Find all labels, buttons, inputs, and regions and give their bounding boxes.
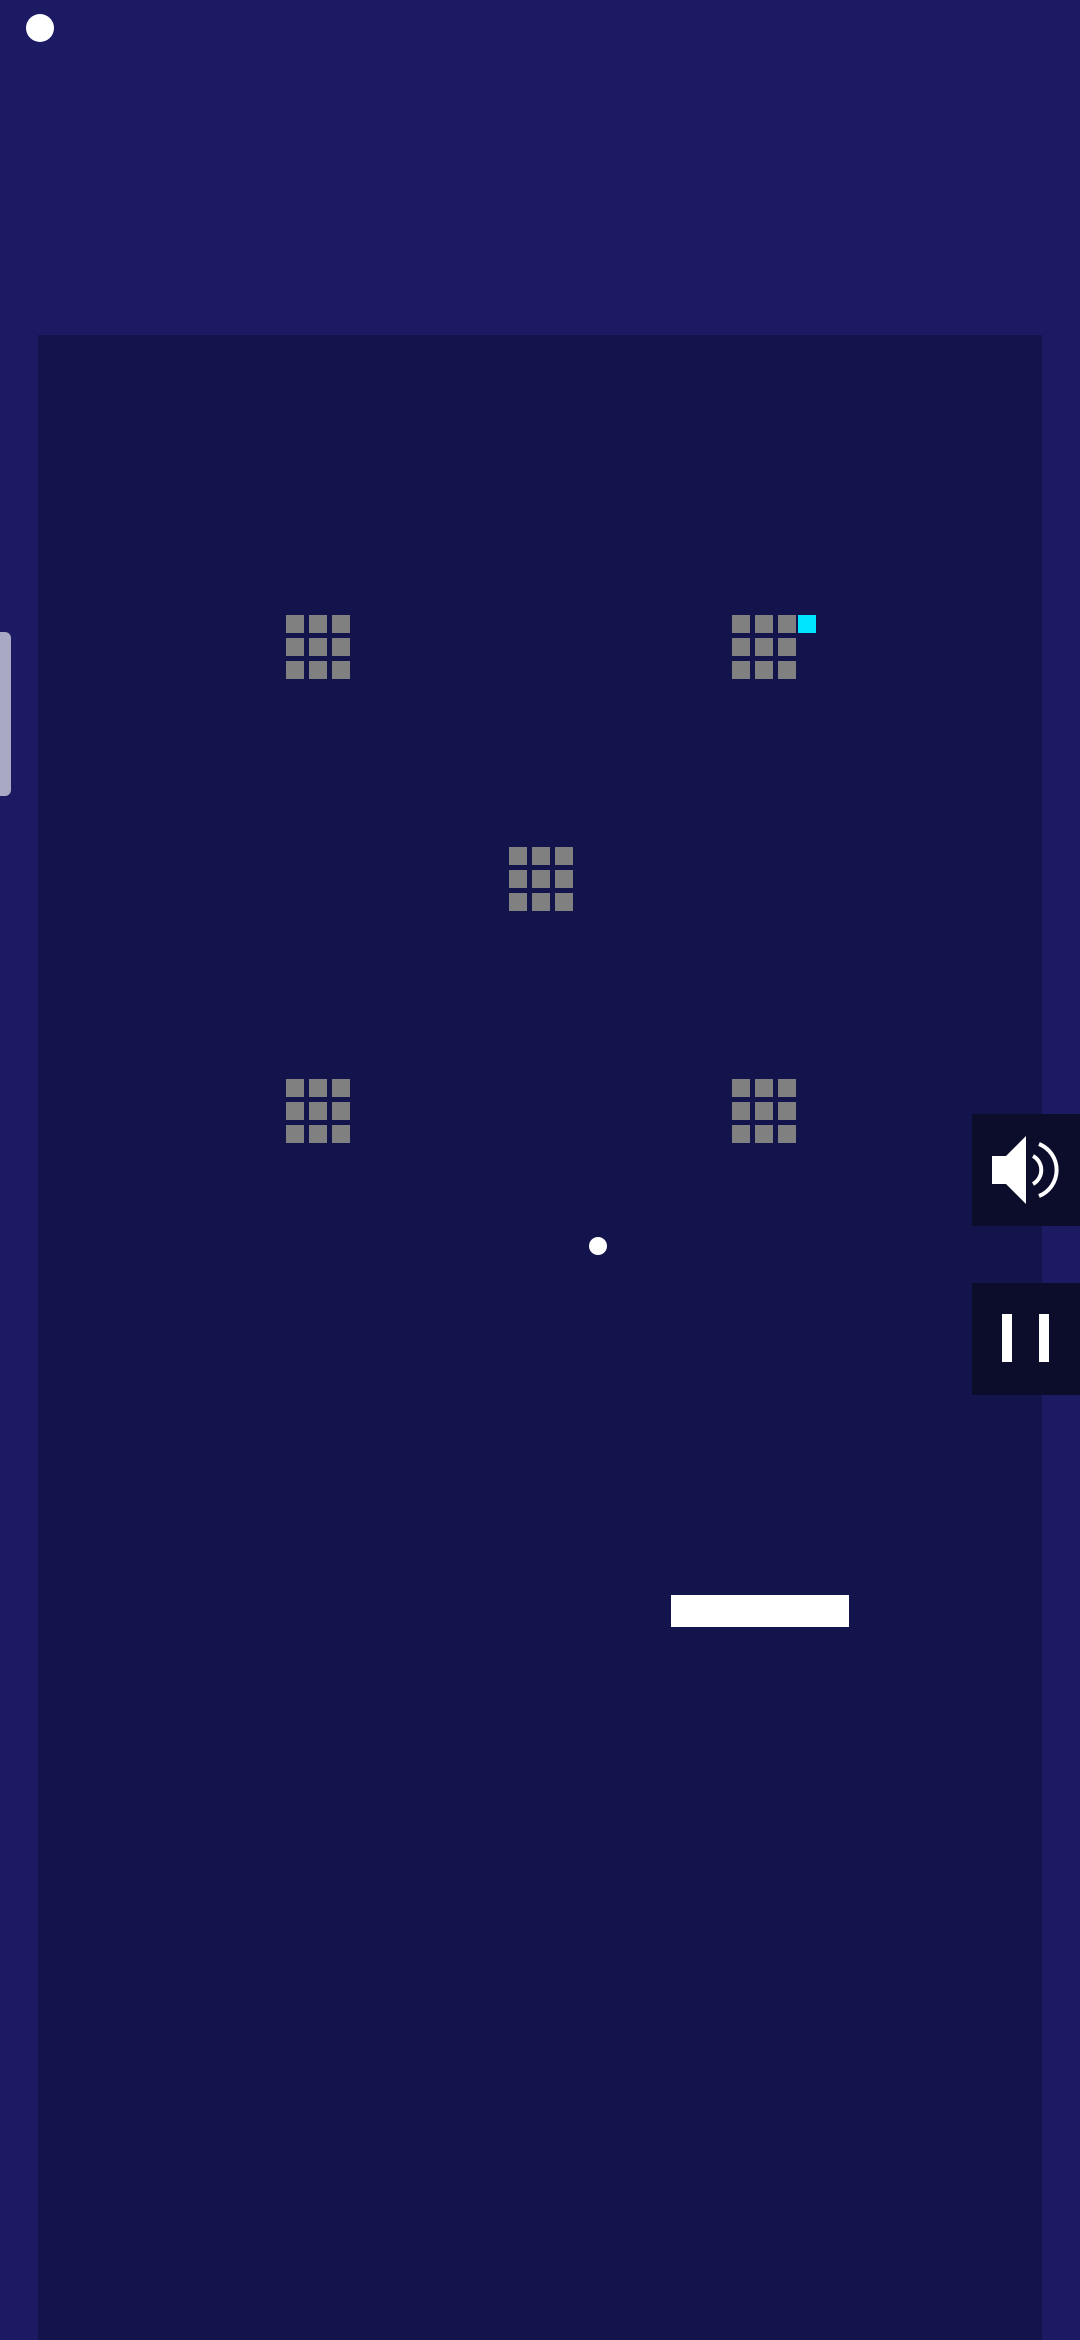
paddle[interactable] (671, 1595, 849, 1627)
brick (532, 893, 550, 911)
brick (732, 615, 750, 633)
ball (589, 1237, 607, 1255)
pause-icon (1002, 1314, 1049, 1362)
brick (755, 638, 773, 656)
brick-cluster (732, 1079, 796, 1143)
brick (755, 1079, 773, 1097)
brick (332, 1079, 350, 1097)
brick (732, 1102, 750, 1120)
brick (732, 661, 750, 679)
brick (555, 870, 573, 888)
brick (778, 661, 796, 679)
brick (332, 661, 350, 679)
brick (509, 893, 527, 911)
speaker-icon (992, 1136, 1059, 1204)
brick (778, 615, 796, 633)
brick (286, 1102, 304, 1120)
brick (309, 638, 327, 656)
special-brick (798, 615, 816, 633)
sound-toggle-button[interactable] (972, 1114, 1080, 1226)
brick (332, 1125, 350, 1143)
brick (755, 1125, 773, 1143)
playfield[interactable] (38, 335, 1042, 2340)
brick (332, 638, 350, 656)
pause-button[interactable] (972, 1283, 1080, 1395)
brick (755, 615, 773, 633)
brick (532, 847, 550, 865)
brick (732, 1079, 750, 1097)
brick (732, 1125, 750, 1143)
brick (309, 1125, 327, 1143)
brick (309, 1102, 327, 1120)
brick (532, 870, 550, 888)
brick (286, 1079, 304, 1097)
brick (309, 1079, 327, 1097)
brick-cluster (509, 847, 573, 911)
game-screen (0, 0, 1080, 2340)
status-indicator-dot (26, 14, 54, 42)
brick (509, 870, 527, 888)
brick (332, 1102, 350, 1120)
brick (555, 893, 573, 911)
brick (755, 1102, 773, 1120)
brick (732, 638, 750, 656)
brick-cluster (286, 1079, 350, 1143)
brick (509, 847, 527, 865)
scroll-handle[interactable] (0, 632, 11, 796)
brick-cluster (732, 615, 796, 679)
brick (555, 847, 573, 865)
brick-cluster (286, 615, 350, 679)
brick (286, 661, 304, 679)
brick (778, 1125, 796, 1143)
brick (286, 615, 304, 633)
brick (309, 615, 327, 633)
brick (332, 615, 350, 633)
brick (778, 1102, 796, 1120)
brick (755, 661, 773, 679)
brick (286, 638, 304, 656)
brick (286, 1125, 304, 1143)
brick (778, 638, 796, 656)
brick (778, 1079, 796, 1097)
brick (309, 661, 327, 679)
